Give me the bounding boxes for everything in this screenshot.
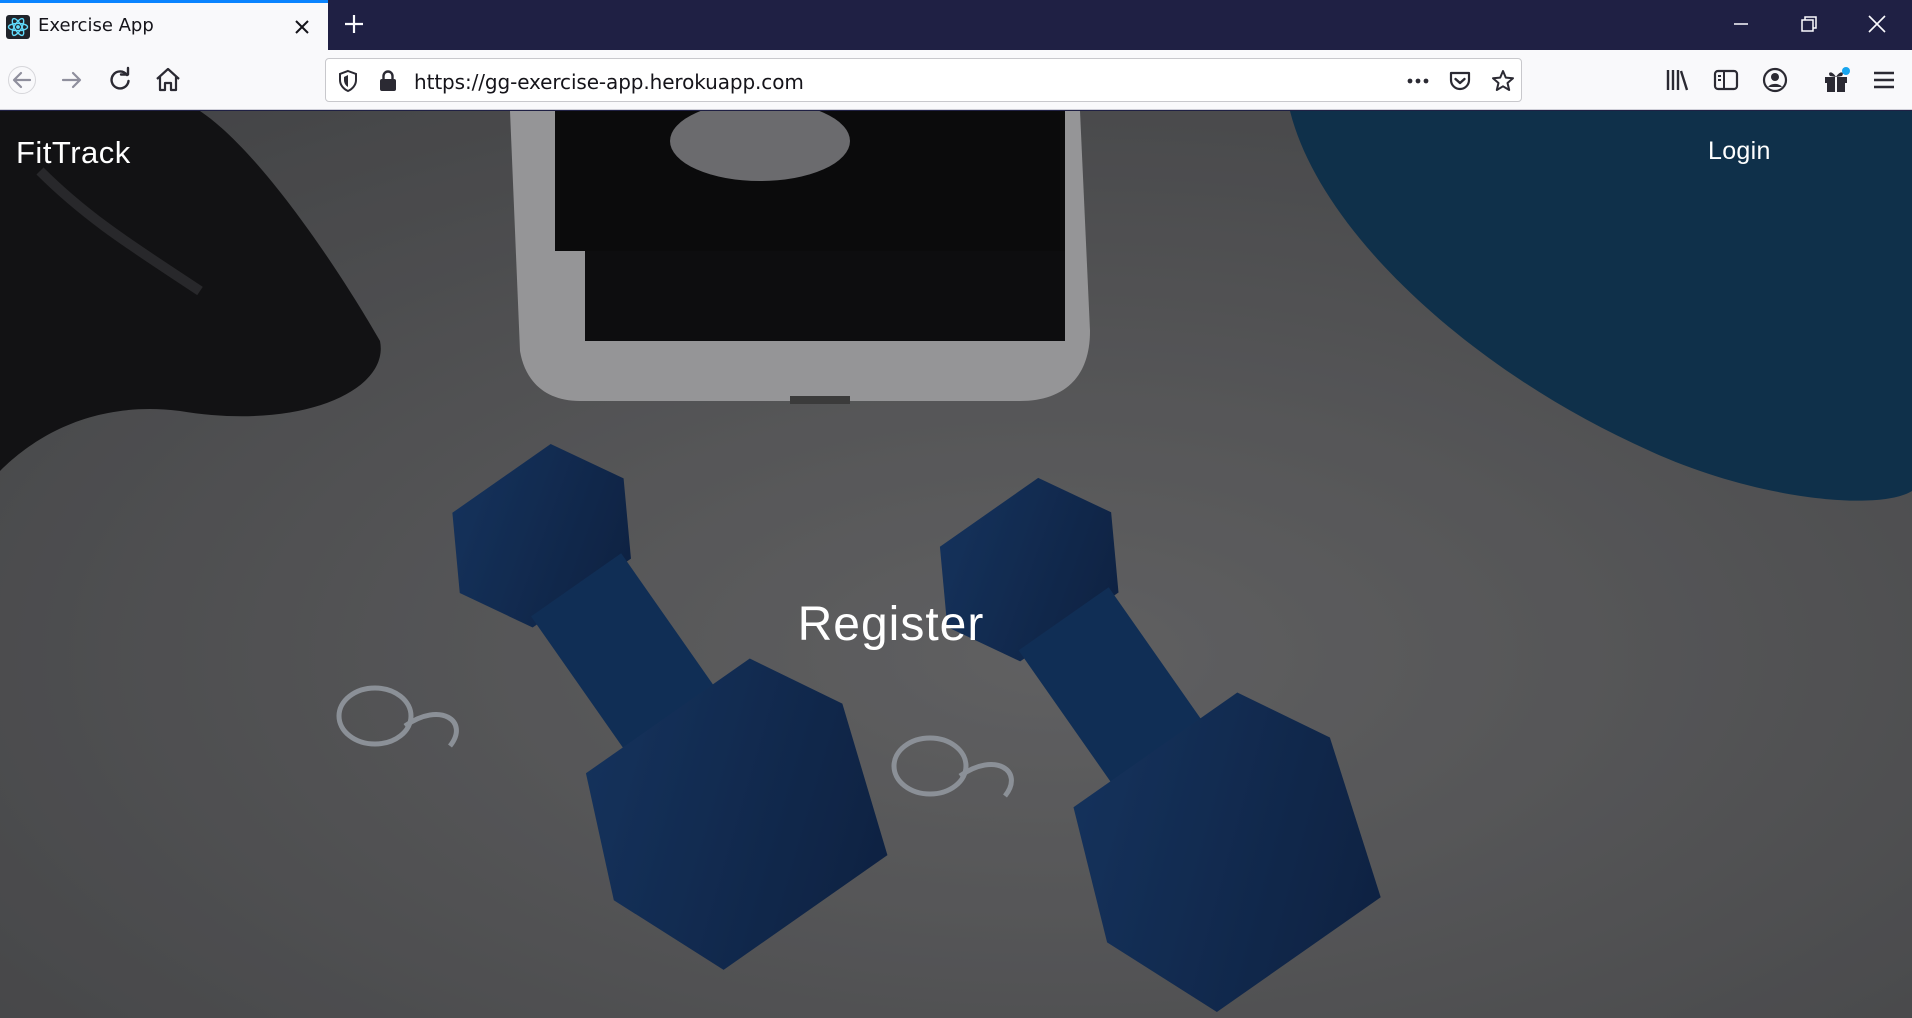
page-actions-icon[interactable] [1406,69,1430,93]
minimize-icon[interactable] [1730,13,1752,35]
url-text: https://gg-exercise-app.herokuapp.com [414,70,804,94]
home-icon[interactable] [154,66,182,94]
new-tab-icon[interactable] [343,13,365,35]
close-window-icon[interactable] [1866,13,1888,35]
reload-icon[interactable] [106,66,134,94]
account-icon[interactable] [1761,66,1789,94]
lock-icon[interactable] [376,69,400,93]
tab-title: Exercise App [38,15,154,36]
pocket-icon[interactable] [1448,69,1472,93]
navigation-toolbar: https://gg-exercise-app.herokuapp.com [0,50,1912,110]
back-icon[interactable] [8,66,36,94]
login-link[interactable]: Login [1708,137,1771,166]
page-viewport: FitTrack Login Register [0,111,1912,1018]
dark-overlay [0,111,1912,1018]
library-icon[interactable] [1664,66,1692,94]
menu-hamburger-icon[interactable] [1870,66,1898,94]
react-icon [6,15,30,39]
tracking-protection-shield-icon[interactable] [336,69,360,93]
address-bar[interactable]: https://gg-exercise-app.herokuapp.com [325,58,1522,102]
page-title: Register [797,598,985,651]
tab-strip: Exercise App [0,0,1912,50]
sidebar-icon[interactable] [1712,66,1740,94]
close-tab-icon[interactable] [293,18,311,36]
bookmark-star-icon[interactable] [1491,69,1515,93]
restore-icon[interactable] [1798,13,1820,35]
forward-icon[interactable] [58,66,86,94]
brand-logo-link[interactable]: FitTrack [16,135,131,171]
tab-exercise-app[interactable]: Exercise App [0,0,328,50]
whats-new-gift-icon[interactable] [1822,66,1850,94]
